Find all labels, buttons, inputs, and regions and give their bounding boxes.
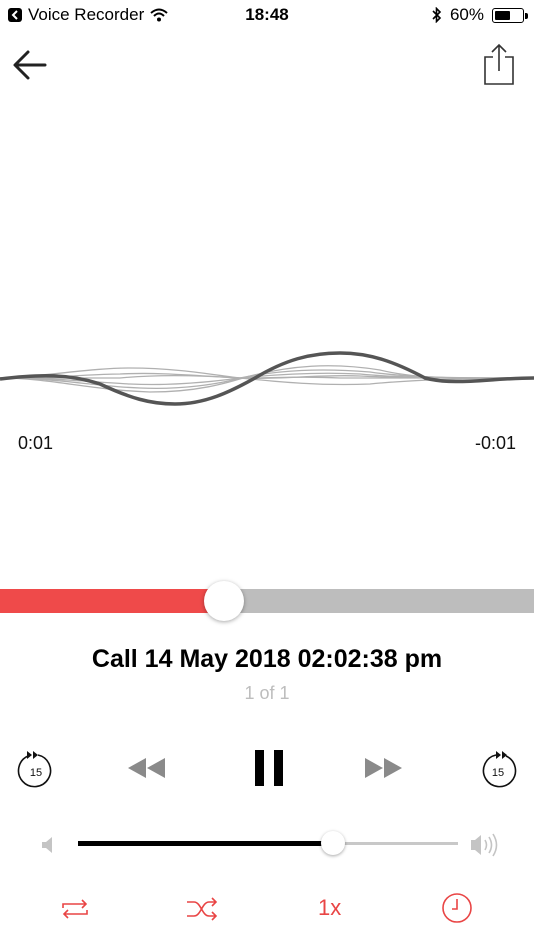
skip-forward-seconds: 15 xyxy=(492,767,504,779)
volume-high-icon xyxy=(471,833,498,857)
repeat-icon xyxy=(62,899,88,919)
recording-title: Call 14 May 2018 02:02:38 pm xyxy=(91,645,443,673)
back-button[interactable] xyxy=(12,48,48,85)
status-bar: Voice Recorder 18:48 60% xyxy=(0,0,534,30)
skip-back-seconds: 15 xyxy=(30,767,42,779)
remaining-time: -0:01 xyxy=(474,433,516,453)
playlist-position: 1 of 1 xyxy=(244,683,290,703)
progress-knob[interactable] xyxy=(204,581,245,621)
rewind-icon xyxy=(128,758,165,778)
fast-forward-icon xyxy=(365,758,402,778)
timer-icon xyxy=(442,893,472,923)
back-arrow-icon xyxy=(13,50,47,80)
sleep-timer-button[interactable] xyxy=(441,892,473,927)
elapsed-time: 0:01 xyxy=(18,433,54,453)
skip-back-15-icon: 15 xyxy=(17,751,52,788)
share-icon xyxy=(484,43,514,85)
fast-forward-button[interactable] xyxy=(364,756,404,783)
status-right: 60% xyxy=(432,5,528,25)
repeat-button[interactable] xyxy=(59,896,91,925)
rewind-button[interactable] xyxy=(126,756,166,783)
bluetooth-icon xyxy=(432,7,442,23)
skip-forward-15-icon: 15 xyxy=(482,751,517,788)
shuffle-icon xyxy=(187,897,218,921)
volume-knob[interactable] xyxy=(320,831,345,855)
skip-forward-15-button[interactable]: 15 xyxy=(479,748,517,791)
pause-button[interactable] xyxy=(253,748,285,791)
skip-back-15-button[interactable]: 15 xyxy=(17,748,55,791)
shuffle-button[interactable] xyxy=(185,896,219,925)
volume-fill xyxy=(78,841,333,846)
share-button[interactable] xyxy=(482,42,516,89)
battery-icon xyxy=(492,7,528,23)
playback-speed-button[interactable]: 1x xyxy=(318,895,341,921)
battery-fill xyxy=(495,10,510,20)
volume-low-icon xyxy=(42,837,52,853)
battery-percent: 60% xyxy=(449,5,484,24)
pause-icon xyxy=(255,750,283,786)
waveform xyxy=(0,351,534,406)
progress-fill xyxy=(0,589,225,613)
